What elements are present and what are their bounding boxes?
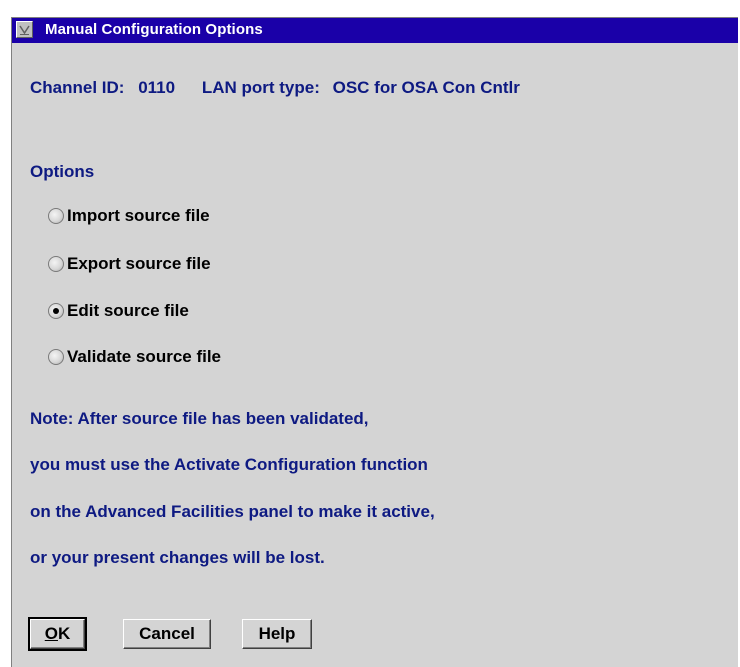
manual-configuration-dialog: Manual Configuration Options Channel ID:… xyxy=(11,17,738,667)
selected-dot-icon xyxy=(53,308,59,314)
radio-button-selected[interactable] xyxy=(48,303,64,319)
ok-mnemonic: O xyxy=(44,624,58,643)
port-type-value: OSC for OSA Con Cntlr xyxy=(332,78,520,97)
window-title: Manual Configuration Options xyxy=(45,21,263,38)
ok-button[interactable]: OK xyxy=(28,617,87,651)
note-line: Note: After source file has been validat… xyxy=(30,409,369,428)
radio-button[interactable] xyxy=(48,208,64,224)
radio-export-source-file[interactable]: Export source file xyxy=(48,253,211,275)
note-line: you must use the Activate Configuration … xyxy=(30,455,428,474)
radio-label: Edit source file xyxy=(67,301,189,320)
title-bar[interactable]: Manual Configuration Options xyxy=(12,18,738,43)
port-type-label: LAN port type: xyxy=(201,78,320,97)
radio-label: Validate source file xyxy=(67,347,222,366)
channel-id-value: 0110 xyxy=(138,78,176,97)
cancel-button[interactable]: Cancel xyxy=(123,619,211,649)
help-button[interactable]: Help xyxy=(242,619,312,649)
chevron-down-icon[interactable] xyxy=(16,21,33,38)
radio-edit-source-file[interactable]: Edit source file xyxy=(48,300,189,322)
radio-import-source-file[interactable]: Import source file xyxy=(48,205,210,227)
ok-label: K xyxy=(57,624,71,643)
radio-label: Import source file xyxy=(67,206,210,225)
radio-validate-source-file[interactable]: Validate source file xyxy=(48,346,221,368)
radio-label: Export source file xyxy=(67,254,211,273)
note-line: or your present changes will be lost. xyxy=(30,548,325,567)
note-line: on the Advanced Facilities panel to make… xyxy=(30,502,435,521)
channel-id-label: Channel ID: xyxy=(30,78,125,97)
channel-info: Channel ID: 0110 LAN port type: OSC for … xyxy=(30,78,520,98)
radio-button[interactable] xyxy=(48,349,64,365)
options-heading: Options xyxy=(30,162,95,181)
radio-button[interactable] xyxy=(48,256,64,272)
